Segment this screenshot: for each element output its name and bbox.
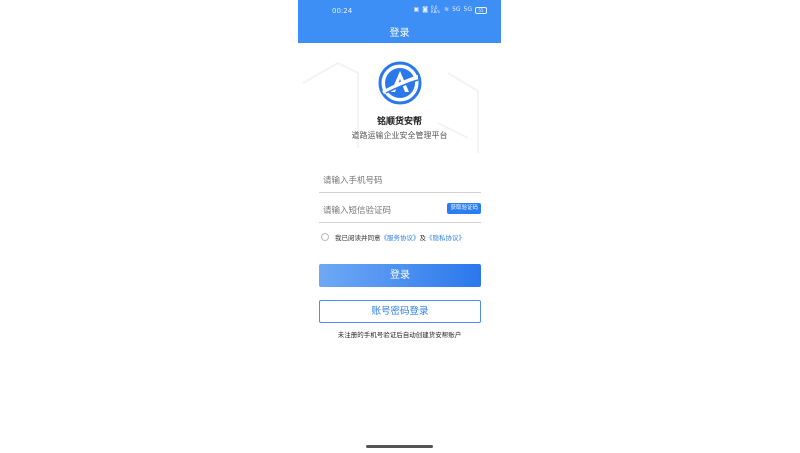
phone-screen: 00:24 ▣ ◙ 0.0 KB/s ≋ 5G 5G 55 登录 铭顺货安帮 道… <box>298 0 501 453</box>
page-title: 登录 <box>389 28 410 39</box>
status-icons: ▣ ◙ 0.0 KB/s ≋ 5G 5G 55 <box>414 6 487 14</box>
network-speed: 0.0 KB/s <box>431 5 440 14</box>
battery-icon: 55 <box>475 6 487 14</box>
sms-code-field: 获取验证码 <box>319 198 481 223</box>
wifi-icon: ≋ <box>444 6 450 13</box>
signal-1: 5G <box>452 6 461 13</box>
app-logo-icon <box>378 61 422 105</box>
service-agreement-link[interactable]: 《服务协议》 <box>381 232 420 242</box>
agreement-checkbox[interactable] <box>321 233 329 241</box>
get-code-button[interactable]: 获取验证码 <box>447 203 481 214</box>
phone-input[interactable] <box>319 170 441 192</box>
agreement-prefix: 我已阅读并同意 <box>335 234 381 242</box>
registration-notice: 未注册的手机号验证后自动创建货安帮账户 <box>337 331 462 339</box>
password-login-button[interactable]: 账号密码登录 <box>319 300 481 323</box>
signal-2: 5G <box>463 6 472 13</box>
privacy-agreement-link[interactable]: 《隐私协议》 <box>426 232 465 242</box>
app-header: 00:24 ▣ ◙ 0.0 KB/s ≋ 5G 5G 55 登录 <box>298 0 501 43</box>
home-indicator[interactable] <box>366 445 433 448</box>
nfc-icon: ◙ <box>422 6 429 13</box>
notification-icon: ▣ <box>413 6 420 13</box>
agreement-row: 我已阅读并同意 《服务协议》 及 《隐私协议》 <box>321 232 465 242</box>
phone-field <box>319 168 481 193</box>
sms-code-input[interactable] <box>319 200 441 222</box>
app-slogan: 道路运输企业安全管理平台 <box>351 131 448 140</box>
login-button[interactable]: 登录 <box>319 264 481 287</box>
status-time: 00:24 <box>332 7 353 15</box>
app-name: 铭顺货安帮 <box>376 117 422 127</box>
